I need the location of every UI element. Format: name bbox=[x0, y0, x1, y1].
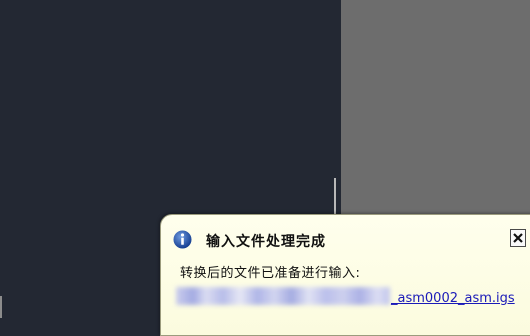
notification-message: 转换后的文件已准备进行输入: bbox=[180, 266, 361, 281]
notification-title: 输入文件处理完成 bbox=[206, 234, 326, 250]
blurred-file-path bbox=[176, 287, 390, 305]
info-icon bbox=[173, 230, 192, 249]
viewport-edge-mark bbox=[0, 296, 2, 318]
converted-file-link[interactable]: _asm0002_asm.igs bbox=[391, 291, 515, 306]
close-button[interactable] bbox=[510, 229, 526, 247]
close-icon bbox=[513, 233, 523, 243]
viewport-scroll-edge bbox=[334, 178, 336, 218]
